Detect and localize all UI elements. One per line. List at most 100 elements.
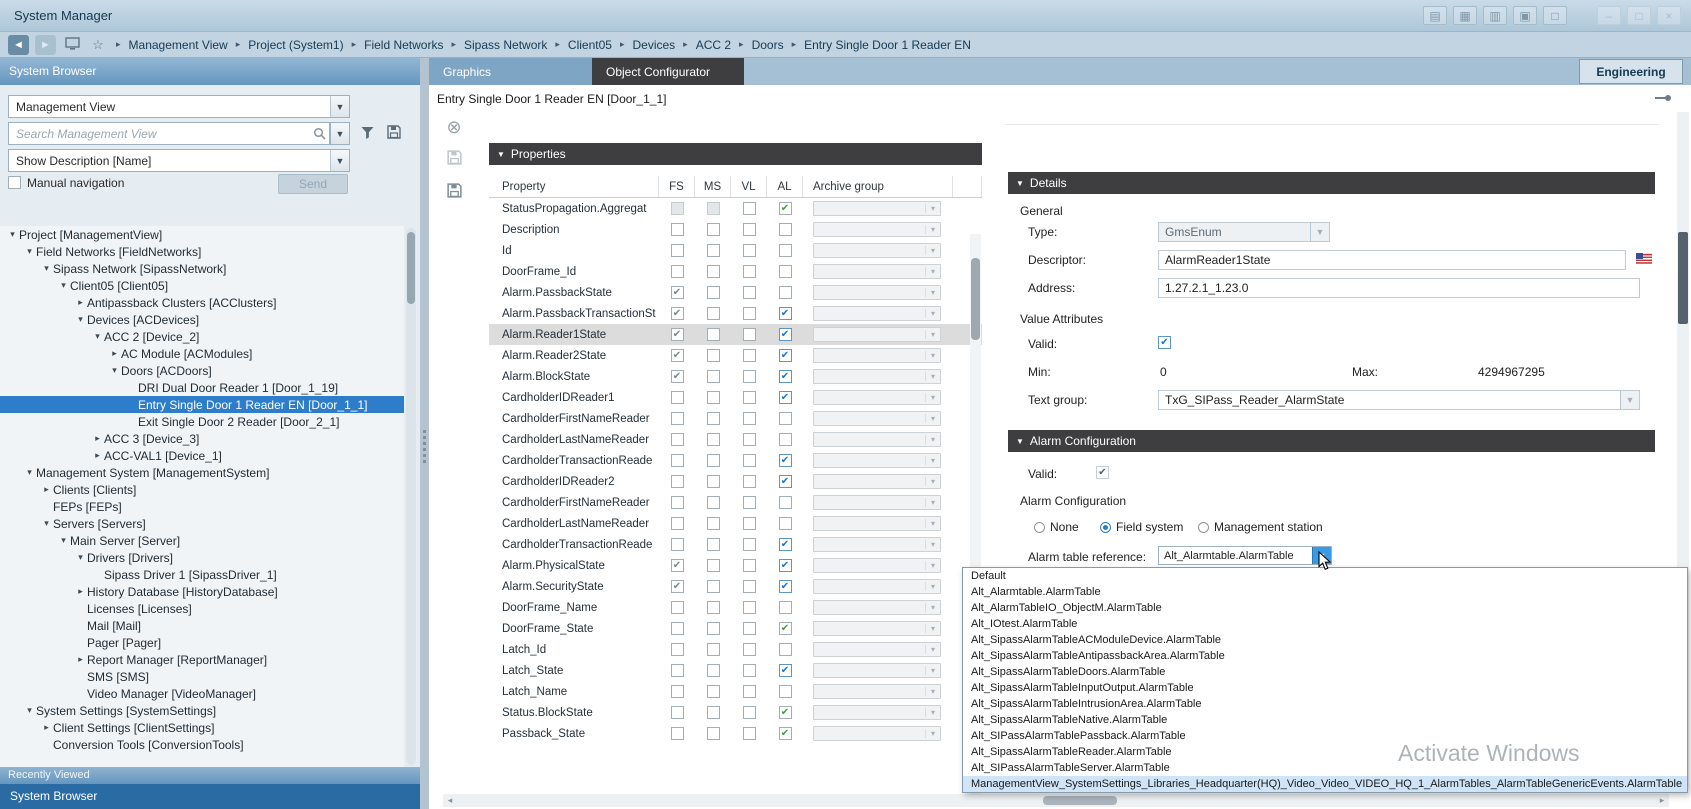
tree-collapse-icon[interactable]: ▾	[74, 552, 87, 563]
descriptor-field[interactable]: AlarmReader1State	[1158, 250, 1626, 270]
tree-item[interactable]: ▾Drivers [Drivers]	[0, 549, 404, 566]
radio-icon[interactable]	[1034, 522, 1045, 533]
alarm-table-option[interactable]: Alt_SipassAlarmTableIntrusionArea.AlarmT…	[963, 696, 1687, 712]
tree-expand-icon[interactable]: ▸	[91, 450, 104, 461]
vl-checkbox[interactable]	[743, 538, 756, 551]
ms-checkbox[interactable]	[707, 265, 720, 278]
properties-scrollbar-thumb[interactable]	[971, 258, 980, 340]
save-all-icon[interactable]	[446, 182, 463, 202]
tree-item[interactable]: Mail [Mail]	[0, 617, 404, 634]
tree-expand-icon[interactable]: ▸	[108, 348, 121, 359]
tree-collapse-icon[interactable]: ▾	[23, 246, 36, 257]
alarm-table-option[interactable]: Alt_AlarmTableIO_ObjectM.AlarmTable	[963, 600, 1687, 616]
al-checkbox[interactable]	[779, 286, 792, 299]
property-row[interactable]: Latch_Id▾	[489, 639, 982, 660]
alarm-table-option[interactable]: Alt_SIPassAlarmTableServer.AlarmTable	[963, 760, 1687, 776]
tree-item[interactable]: ▸History Database [HistoryDatabase]	[0, 583, 404, 600]
vl-checkbox[interactable]	[743, 517, 756, 530]
tab-engineering[interactable]: Engineering	[1579, 59, 1683, 84]
alarm-table-option[interactable]: Alt_IOtest.AlarmTable	[963, 616, 1687, 632]
tab-object-configurator[interactable]: Object Configurator	[592, 58, 744, 85]
ms-checkbox[interactable]	[707, 223, 720, 236]
minimize-icon[interactable]: –	[1597, 6, 1621, 25]
tree-item[interactable]: Conversion Tools [ConversionTools]	[0, 736, 404, 753]
fs-checkbox[interactable]	[671, 727, 684, 740]
archive-group-select[interactable]: ▾	[813, 579, 941, 594]
radio-none[interactable]: None	[1034, 520, 1079, 534]
archive-group-select[interactable]: ▾	[813, 264, 941, 279]
al-checkbox[interactable]	[779, 412, 792, 425]
vl-checkbox[interactable]	[743, 496, 756, 509]
vl-checkbox[interactable]	[743, 370, 756, 383]
tree-scrollbar[interactable]	[406, 228, 416, 765]
fs-checkbox[interactable]	[671, 202, 684, 215]
save-icon[interactable]	[446, 149, 463, 169]
property-row[interactable]: CardholderIDReader2▾	[489, 471, 982, 492]
back-button[interactable]: ◄	[8, 35, 29, 55]
vl-checkbox[interactable]	[743, 559, 756, 572]
property-row[interactable]: CardholderFirstNameReader▾	[489, 492, 982, 513]
property-row[interactable]: DoorFrame_Id▾	[489, 261, 982, 282]
property-row[interactable]: Status.BlockState▾	[489, 702, 982, 723]
fs-checkbox[interactable]	[671, 685, 684, 698]
vl-checkbox[interactable]	[743, 727, 756, 740]
panel-splitter[interactable]	[420, 58, 429, 809]
radio-field-system[interactable]: Field system	[1100, 520, 1183, 534]
ms-checkbox[interactable]	[707, 727, 720, 740]
archive-group-select[interactable]: ▾	[813, 705, 941, 720]
alarm-table-option[interactable]: Alt_SipassAlarmTableNative.AlarmTable	[963, 712, 1687, 728]
al-checkbox[interactable]	[779, 349, 792, 362]
tree-item[interactable]: SMS [SMS]	[0, 668, 404, 685]
property-row[interactable]: Description▾	[489, 219, 982, 240]
tree-item[interactable]: FEPs [FEPs]	[0, 498, 404, 515]
ms-checkbox[interactable]	[707, 412, 720, 425]
archive-group-select[interactable]: ▾	[813, 432, 941, 447]
tree-item[interactable]: ▾Doors [ACDoors]	[0, 362, 404, 379]
ms-checkbox[interactable]	[707, 202, 720, 215]
al-checkbox[interactable]	[779, 454, 792, 467]
ms-checkbox[interactable]	[707, 496, 720, 509]
property-row[interactable]: CardholderLastNameReader▾	[489, 513, 982, 534]
window-layout-icon-1[interactable]: ▤	[1423, 6, 1447, 25]
vl-checkbox[interactable]	[743, 706, 756, 719]
window-layout-icon-5[interactable]: □	[1543, 6, 1567, 25]
fs-checkbox[interactable]	[671, 538, 684, 551]
al-checkbox[interactable]	[779, 643, 792, 656]
tree-item[interactable]: Entry Single Door 1 Reader EN [Door_1_1]	[0, 396, 404, 413]
tree-expand-icon[interactable]: ▸	[74, 654, 87, 665]
ms-checkbox[interactable]	[707, 286, 720, 299]
archive-group-select[interactable]: ▾	[813, 537, 941, 552]
ms-checkbox[interactable]	[707, 685, 720, 698]
breadcrumb-item[interactable]: Doors	[752, 38, 784, 52]
radio-management-station[interactable]: Management station	[1198, 520, 1323, 534]
tree-item[interactable]: Sipass Driver 1 [SipassDriver_1]	[0, 566, 404, 583]
tree-expand-icon[interactable]: ▸	[40, 722, 53, 733]
breadcrumb-item[interactable]: Client05	[568, 38, 612, 52]
al-checkbox[interactable]	[779, 601, 792, 614]
property-row[interactable]: DoorFrame_State▾	[489, 618, 982, 639]
alarm-table-option[interactable]: Alt_Alarmtable.AlarmTable	[963, 584, 1687, 600]
type-select[interactable]: GmsEnum ▼	[1158, 222, 1330, 242]
ms-checkbox[interactable]	[707, 370, 720, 383]
al-checkbox[interactable]	[779, 433, 792, 446]
property-row[interactable]: Id▾	[489, 240, 982, 261]
al-checkbox[interactable]	[779, 370, 792, 383]
al-checkbox[interactable]	[779, 265, 792, 278]
tree-item[interactable]: ▾Project [ManagementView]	[0, 226, 404, 243]
alarm-table-reference-combobox[interactable]: Alt_Alarmtable.AlarmTable ▼	[1158, 546, 1332, 565]
tree-collapse-icon[interactable]: ▾	[108, 365, 121, 376]
alarm-table-option[interactable]: ManagementView_SystemSettings_Libraries_…	[963, 776, 1687, 792]
property-row[interactable]: Alarm.SecurityState▾	[489, 576, 982, 597]
al-checkbox[interactable]	[779, 496, 792, 509]
al-checkbox[interactable]	[779, 706, 792, 719]
horizontal-scrollbar-thumb[interactable]	[1043, 796, 1117, 805]
vl-checkbox[interactable]	[743, 349, 756, 362]
property-row[interactable]: Alarm.BlockState▾	[489, 366, 982, 387]
archive-group-select[interactable]: ▾	[813, 600, 941, 615]
tree-item[interactable]: ▾ACC 2 [Device_2]	[0, 328, 404, 345]
al-checkbox[interactable]	[779, 202, 792, 215]
window-layout-icon-3[interactable]: ▥	[1483, 6, 1507, 25]
property-row[interactable]: Alarm.Reader2State▾	[489, 345, 982, 366]
alarm-table-option[interactable]: Alt_SipassAlarmTableReader.AlarmTable	[963, 744, 1687, 760]
vertical-scrollbar-thumb[interactable]	[1678, 232, 1688, 324]
